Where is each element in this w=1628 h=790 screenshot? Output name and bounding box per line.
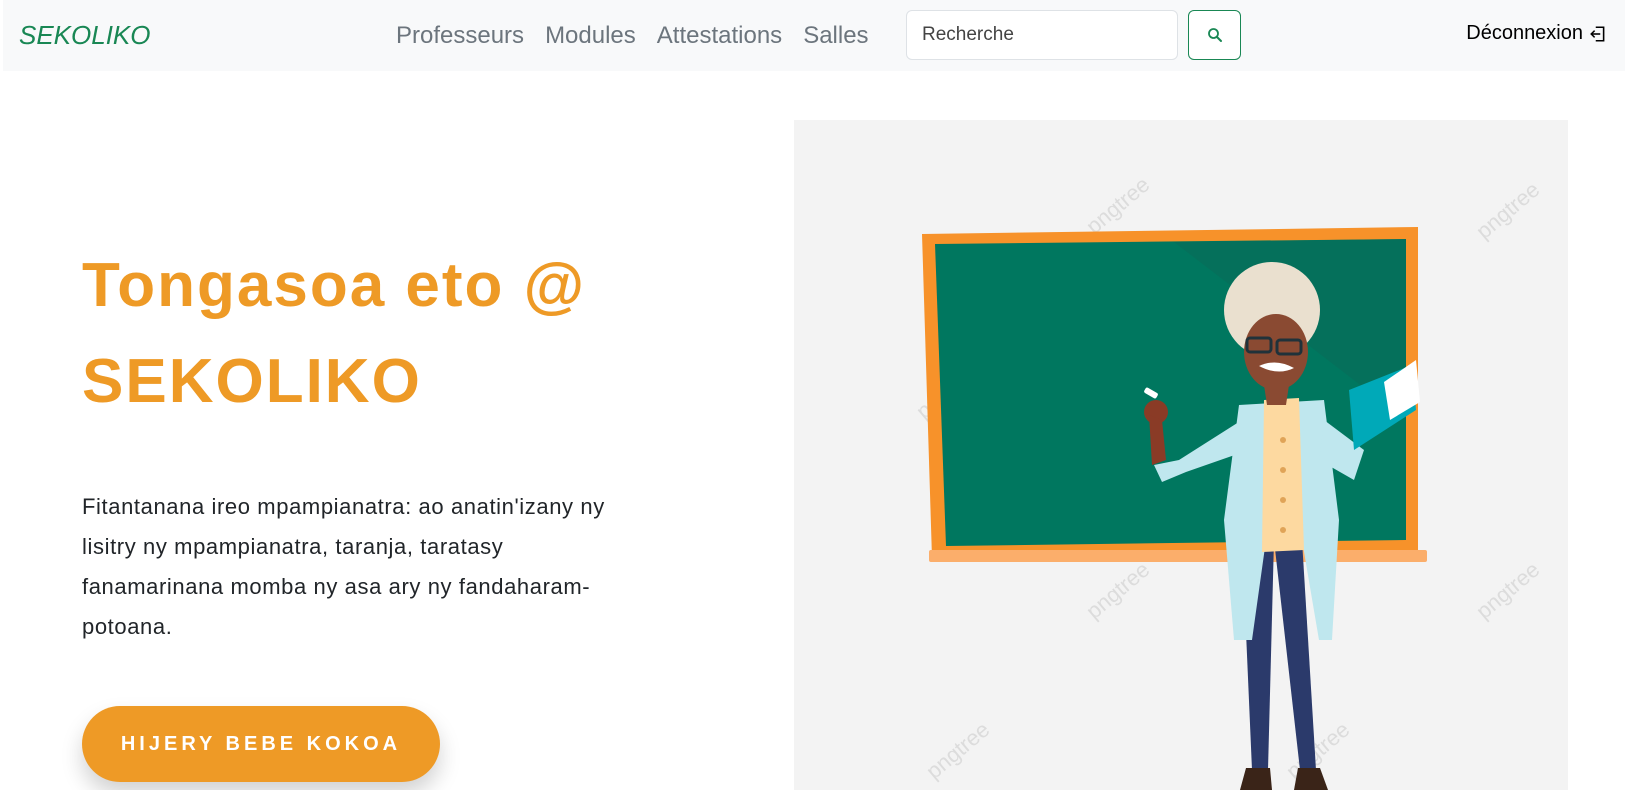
logout-icon: [1590, 25, 1605, 42]
nav-link-professeurs[interactable]: Professeurs: [396, 19, 524, 52]
watermark-text: pngtree: [1471, 557, 1544, 624]
hero-title: Tongasoa eto @ SEKOLIKO: [82, 238, 702, 430]
hero-title-line1: Tongasoa eto @: [82, 251, 587, 320]
search-button[interactable]: [1188, 10, 1241, 60]
watermark-text: pngtree: [921, 717, 994, 784]
hero-description: Fitantanana ireo mpampianatra: ao anatin…: [82, 494, 605, 639]
nav-link-salles[interactable]: Salles: [803, 19, 868, 52]
nav-links: Professeurs Modules Attestations Salles: [396, 19, 869, 52]
watermark-text: pngtree: [1081, 172, 1154, 239]
nav-link-modules[interactable]: Modules: [545, 19, 636, 52]
logout-label: Déconnexion: [1466, 22, 1583, 44]
teacher-illustration-svg: pngtree pngtree pngtree pngtree pngtree …: [911, 172, 1544, 790]
search-input[interactable]: [906, 10, 1178, 60]
learn-more-button[interactable]: HIJERY BEBE KOKOA: [82, 706, 440, 782]
chalk-tray: [929, 550, 1427, 562]
hero-title-line2: SEKOLIKO: [82, 347, 422, 416]
logout-link[interactable]: Déconnexion: [1466, 22, 1607, 45]
watermark-text: pngtree: [1471, 177, 1544, 244]
nav-link-attestations[interactable]: Attestations: [657, 19, 782, 52]
brand-logo[interactable]: SEKOLIKO: [19, 20, 151, 51]
search-icon: [1207, 28, 1222, 42]
watermark-text: pngtree: [1081, 557, 1154, 624]
teacher-illustration: pngtree pngtree pngtree pngtree pngtree …: [794, 120, 1568, 790]
navbar: SEKOLIKO Professeurs Modules Attestation…: [3, 0, 1625, 71]
